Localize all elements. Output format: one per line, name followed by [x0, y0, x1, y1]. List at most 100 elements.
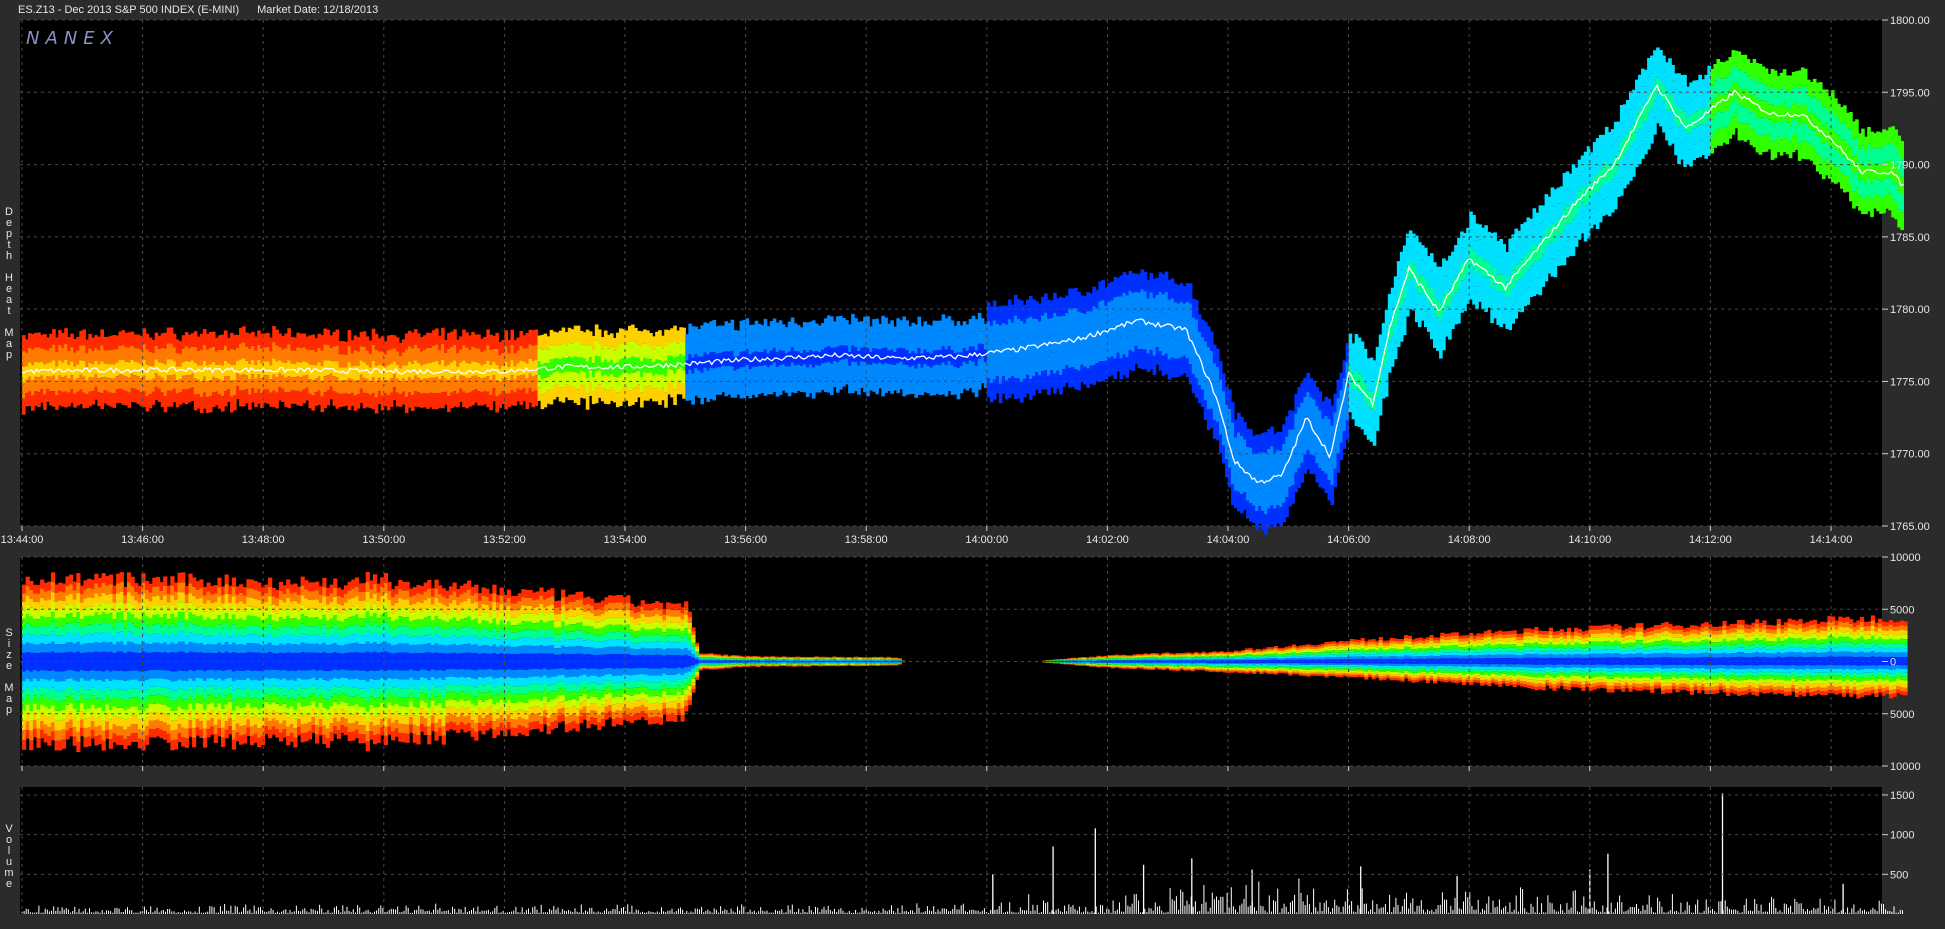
size-cell: [354, 678, 360, 688]
size-cell: [365, 641, 370, 652]
size-cell: [130, 715, 135, 725]
size-cell: [217, 661, 222, 670]
size-cell: [101, 691, 106, 702]
size-cell: [333, 606, 338, 616]
size-cell: [257, 737, 262, 748]
size-cell: [87, 633, 92, 644]
size-cell: [192, 614, 197, 625]
size-cell: [217, 703, 222, 712]
size-cell: [29, 643, 34, 653]
size-cell: [36, 661, 41, 672]
size-cell: [249, 606, 255, 616]
size-cell: [177, 724, 182, 734]
size-cell: [217, 711, 222, 720]
size-cell: [58, 644, 63, 653]
size-cell: [192, 642, 197, 653]
size-cell: [177, 612, 182, 623]
size-cell: [61, 592, 67, 601]
size-cell: [61, 618, 67, 627]
size-cell: [22, 710, 27, 721]
size-cell: [344, 726, 349, 736]
size-cell: [40, 704, 45, 713]
size-cell: [159, 617, 164, 627]
size-cell: [76, 731, 81, 742]
size-cell: [65, 661, 70, 671]
size-cell: [362, 706, 367, 717]
size-cell: [22, 584, 27, 594]
size-cell: [289, 635, 294, 645]
size-cell: [105, 721, 110, 731]
size-cell: [257, 582, 262, 592]
size-cell: [253, 724, 258, 734]
size-cell: [333, 633, 338, 644]
size-cell: [123, 586, 128, 596]
size-cell: [119, 641, 124, 652]
size-cell: [105, 652, 110, 662]
x-tick-label: 14:12:00: [1689, 534, 1732, 546]
size-cell: [90, 661, 95, 671]
size-cell: [43, 679, 48, 689]
size-cell: [300, 697, 305, 707]
size-cell: [333, 643, 338, 653]
size-cell: [307, 599, 313, 609]
size-cell: [72, 661, 77, 671]
size-cell: [286, 698, 291, 709]
size-cell: [61, 739, 67, 749]
size-cell: [29, 681, 34, 692]
size-cell: [54, 627, 59, 636]
size-cell: [90, 579, 95, 589]
size-cell: [148, 695, 153, 704]
size-cell: [318, 727, 323, 736]
size-cell: [134, 724, 139, 734]
size-cell: [351, 606, 356, 616]
size-cell: [25, 633, 30, 643]
size-cell: [58, 740, 63, 751]
size-cell: [286, 670, 291, 681]
size-cell: [286, 625, 291, 635]
size-cell: [293, 652, 298, 662]
size-cell: [119, 717, 124, 727]
size-cell: [184, 619, 190, 628]
size-cell: [271, 612, 276, 621]
size-cell: [296, 611, 302, 620]
size-cell: [195, 589, 200, 599]
size-cell: [268, 687, 273, 696]
size-cell: [351, 579, 356, 589]
size-cell: [195, 677, 200, 687]
size-cell: [47, 717, 52, 727]
size-cell: [97, 716, 103, 726]
size-cell: [235, 628, 240, 637]
size-cell: [344, 653, 349, 662]
size-cell: [311, 685, 316, 694]
size-cell: [76, 573, 81, 583]
size-cell: [155, 728, 161, 737]
size-cell: [202, 611, 208, 621]
size-cell: [87, 670, 92, 681]
size-cell: [159, 704, 164, 713]
size-cell: [293, 699, 298, 710]
size-cell: [358, 600, 363, 610]
size-cell: [278, 679, 284, 689]
size-cell: [253, 670, 258, 680]
size-cell: [220, 586, 226, 595]
size-cell: [25, 670, 30, 679]
size-cell: [148, 644, 153, 653]
size-cell: [94, 717, 99, 727]
size-cell: [322, 734, 327, 745]
size-cell: [54, 584, 59, 593]
size-cell: [210, 710, 215, 719]
size-cell: [72, 599, 77, 609]
size-cell: [300, 715, 305, 725]
size-cell: [69, 669, 74, 679]
size-cell: [94, 622, 99, 633]
size-cell: [76, 592, 81, 603]
size-cell: [145, 689, 150, 699]
size-cell: [22, 610, 27, 619]
size-cell: [275, 669, 280, 679]
size-cell: [372, 642, 378, 652]
size-cell: [228, 627, 233, 637]
size-cell: [159, 608, 164, 618]
size-cell: [202, 690, 208, 700]
size-cell: [105, 623, 110, 634]
size-cell: [369, 652, 374, 662]
